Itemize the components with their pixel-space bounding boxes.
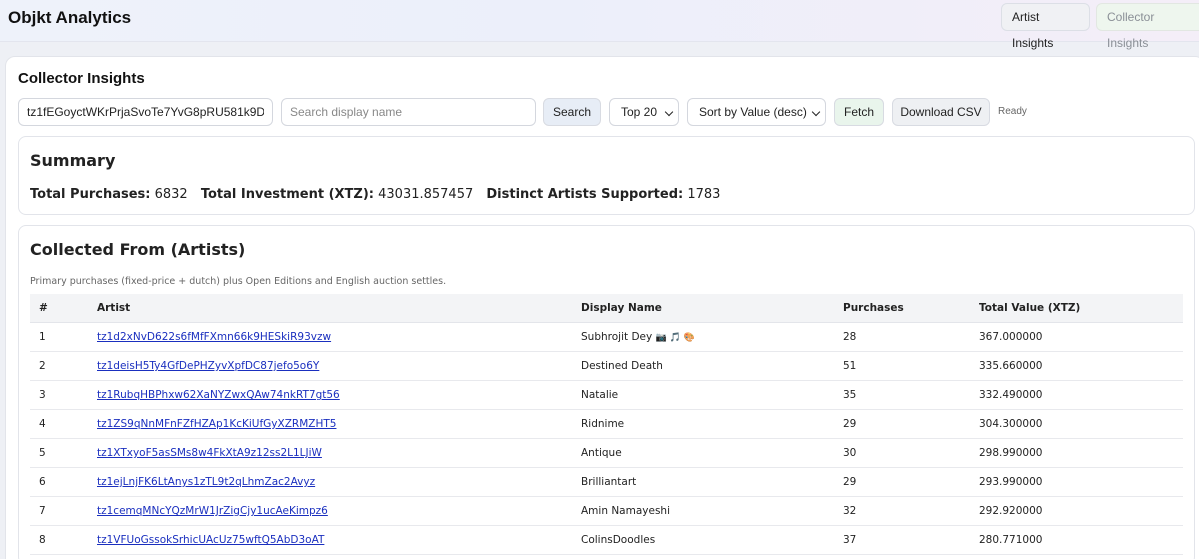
row-artist-cell: tz1RubqHBPhxw62XaNYZwxQAw74nkRT7gt56 <box>97 389 340 401</box>
row-purchases: 29 <box>843 418 857 430</box>
row-total-value: 298.990000 <box>979 447 1043 459</box>
row-artist-cell: tz1XTxyoF5asSMs8w4FkXtA9z12ss2L1LJiW <box>97 447 322 459</box>
row-display-name: Ridnime <box>581 418 625 430</box>
row-rank: 7 <box>39 505 46 517</box>
row-display-name: ColinsDoodles <box>581 534 656 546</box>
row-purchases: 37 <box>843 534 857 546</box>
top-n-select[interactable]: Top 20 <box>609 98 679 126</box>
total-investment-value: 43031.857457 <box>378 187 474 202</box>
summary-card: Summary Total Purchases: 6832 Total Inve… <box>18 136 1195 215</box>
table-body: 1 tz1d2xNvD622s6fMfFXmn66k9HESkiR93vzw S… <box>30 323 1183 555</box>
row-rank: 6 <box>39 476 46 488</box>
column-header-purchases[interactable]: Purchases <box>843 302 904 314</box>
tab-artist-insights[interactable]: Artist Insights <box>1001 3 1090 50</box>
section-title: Collector Insights <box>18 70 145 87</box>
column-header-display-name[interactable]: Display Name <box>581 302 662 314</box>
fetch-button[interactable]: Fetch <box>834 98 884 126</box>
artists-title: Collected From (Artists) <box>30 240 246 259</box>
column-header-artist[interactable]: Artist <box>97 302 130 314</box>
chevron-down-icon <box>811 107 821 117</box>
row-rank: 2 <box>39 360 46 372</box>
summary-title: Summary <box>30 151 116 170</box>
table-header: # Artist Display Name Purchases Total Va… <box>30 294 1183 323</box>
artists-note: Primary purchases (fixed-price + dutch) … <box>30 276 447 287</box>
summary-stats: Total Purchases: 6832 Total Investment (… <box>30 187 720 202</box>
row-purchases: 29 <box>843 476 857 488</box>
tab-collector-insights[interactable]: Collector Insights <box>1096 3 1199 50</box>
artist-address-link[interactable]: tz1cemqMNcYQzMrW1JrZigCjy1ucAeKimpz6 <box>97 505 328 517</box>
table-row: 3 tz1RubqHBPhxw62XaNYZwxQAw74nkRT7gt56 N… <box>30 381 1183 410</box>
row-rank: 8 <box>39 534 46 546</box>
row-purchases: 51 <box>843 360 857 372</box>
row-total-value: 280.771000 <box>979 534 1043 546</box>
row-total-value: 367.000000 <box>979 331 1043 343</box>
download-csv-button[interactable]: Download CSV <box>892 98 990 126</box>
row-display-name: Subhrojit Dey 📷 🎵 🎨 <box>581 331 695 343</box>
app-title: Objkt Analytics <box>8 8 132 27</box>
table-row: 5 tz1XTxyoF5asSMs8w4FkXtA9z12ss2L1LJiW A… <box>30 439 1183 468</box>
row-display-name: Brilliantart <box>581 476 637 488</box>
artist-address-link[interactable]: tz1deisH5Ty4GfDePHZyvXpfDC87jefo5o6Y <box>97 360 319 372</box>
distinct-artists-label: Distinct Artists Supported: <box>486 187 684 202</box>
sort-select-value: Sort by Value (desc) <box>699 105 807 119</box>
row-artist-cell: tz1cemqMNcYQzMrW1JrZigCjy1ucAeKimpz6 <box>97 505 328 517</box>
column-header-rank[interactable]: # <box>39 302 48 314</box>
row-rank: 5 <box>39 447 46 459</box>
table-row: 4 tz1ZS9qNnMFnFZfHZAp1KcKiUfGyXZRMZHT5 R… <box>30 410 1183 439</box>
address-input[interactable] <box>18 98 273 126</box>
row-display-name: Amin Namayeshi <box>581 505 670 517</box>
artist-address-link[interactable]: tz1RubqHBPhxw62XaNYZwxQAw74nkRT7gt56 <box>97 389 340 401</box>
emoji-icons: 📷 🎵 🎨 <box>655 333 695 343</box>
artist-address-link[interactable]: tz1VFUoGssokSrhicUAcUz75wftQ5AbD3oAT <box>97 534 324 546</box>
artist-address-link[interactable]: tz1d2xNvD622s6fMfFXmn66k9HESkiR93vzw <box>97 331 331 343</box>
total-purchases-value: 6832 <box>154 187 188 202</box>
search-display-name-input[interactable] <box>281 98 536 126</box>
row-total-value: 335.660000 <box>979 360 1043 372</box>
status-text: Ready <box>998 106 1027 117</box>
sort-select[interactable]: Sort by Value (desc) <box>687 98 826 126</box>
row-total-value: 292.920000 <box>979 505 1043 517</box>
column-header-total-value[interactable]: Total Value (XTZ) <box>979 302 1080 314</box>
row-artist-cell: tz1ejLnjFK6LtAnys1zTL9t2qLhmZac2Avyz <box>97 476 315 488</box>
row-purchases: 32 <box>843 505 857 517</box>
row-rank: 3 <box>39 389 46 401</box>
row-display-name: Natalie <box>581 389 619 401</box>
top-n-select-value: Top 20 <box>621 105 658 119</box>
total-investment-label: Total Investment (XTZ): <box>200 187 374 202</box>
row-purchases: 28 <box>843 331 857 343</box>
table-row: 7 tz1cemqMNcYQzMrW1JrZigCjy1ucAeKimpz6 A… <box>30 497 1183 526</box>
display-name-text: Subhrojit Dey <box>581 331 653 343</box>
row-artist-cell: tz1deisH5Ty4GfDePHZyvXpfDC87jefo5o6Y <box>97 360 319 372</box>
row-total-value: 293.990000 <box>979 476 1043 488</box>
artist-address-link[interactable]: tz1XTxyoF5asSMs8w4FkXtA9z12ss2L1LJiW <box>97 447 322 459</box>
row-artist-cell: tz1d2xNvD622s6fMfFXmn66k9HESkiR93vzw <box>97 331 331 343</box>
table-row: 6 tz1ejLnjFK6LtAnys1zTL9t2qLhmZac2Avyz B… <box>30 468 1183 497</box>
row-display-name: Destined Death <box>581 360 663 372</box>
table-row: 1 tz1d2xNvD622s6fMfFXmn66k9HESkiR93vzw S… <box>30 323 1183 352</box>
top-bar: Objkt Analytics Artist Insights Collecto… <box>0 0 1199 50</box>
row-display-name: Antique <box>581 447 622 459</box>
row-rank: 1 <box>39 331 46 343</box>
row-artist-cell: tz1ZS9qNnMFnFZfHZAp1KcKiUfGyXZRMZHT5 <box>97 418 336 430</box>
total-purchases-label: Total Purchases: <box>30 187 151 202</box>
row-rank: 4 <box>39 418 46 430</box>
artist-address-link[interactable]: tz1ejLnjFK6LtAnys1zTL9t2qLhmZac2Avyz <box>97 476 315 488</box>
distinct-artists-value: 1783 <box>687 187 721 202</box>
table-row: 8 tz1VFUoGssokSrhicUAcUz75wftQ5AbD3oAT C… <box>30 526 1183 555</box>
table-row: 2 tz1deisH5Ty4GfDePHZyvXpfDC87jefo5o6Y D… <box>30 352 1183 381</box>
row-total-value: 304.300000 <box>979 418 1043 430</box>
row-total-value: 332.490000 <box>979 389 1043 401</box>
chevron-down-icon <box>664 107 674 117</box>
row-purchases: 35 <box>843 389 857 401</box>
artist-address-link[interactable]: tz1ZS9qNnMFnFZfHZAp1KcKiUfGyXZRMZHT5 <box>97 418 336 430</box>
row-purchases: 30 <box>843 447 857 459</box>
row-artist-cell: tz1VFUoGssokSrhicUAcUz75wftQ5AbD3oAT <box>97 534 324 546</box>
artists-card: Collected From (Artists) Primary purchas… <box>18 225 1195 559</box>
search-button[interactable]: Search <box>543 98 601 126</box>
